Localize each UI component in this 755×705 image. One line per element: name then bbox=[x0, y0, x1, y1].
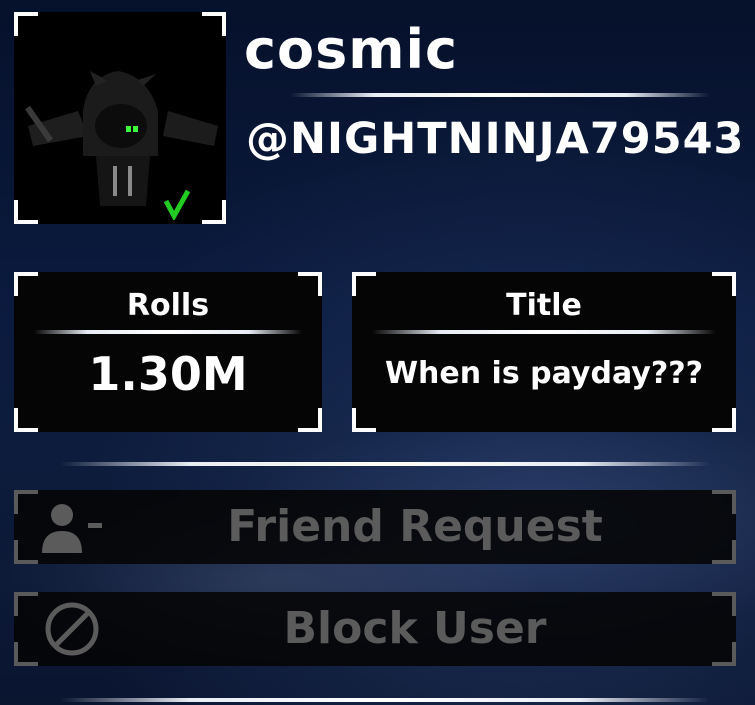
frame-corner bbox=[14, 642, 38, 666]
frame-corner bbox=[14, 592, 38, 616]
title-label: Title bbox=[506, 288, 582, 323]
frame-corner bbox=[712, 408, 736, 432]
friend-request-label: Friend Request bbox=[227, 501, 603, 552]
title-divider bbox=[372, 330, 716, 334]
section-divider bbox=[60, 462, 710, 466]
frame-corner bbox=[352, 408, 376, 432]
rolls-label: Rolls bbox=[126, 288, 210, 323]
rolls-stat-card: Rolls 1.30M bbox=[14, 272, 322, 432]
name-divider bbox=[290, 93, 710, 97]
frame-corner bbox=[14, 540, 38, 564]
block-icon bbox=[45, 602, 99, 656]
friend-request-button[interactable]: Friend Request bbox=[14, 490, 736, 564]
player-profile-panel: cosmic @NIGHTNINJA79543 Rolls 1.30M Titl… bbox=[0, 0, 755, 705]
avatar-character-icon bbox=[18, 16, 222, 220]
frame-corner bbox=[298, 408, 322, 432]
add-friend-icon bbox=[42, 504, 102, 553]
username: @NIGHTNINJA79543 bbox=[246, 114, 745, 164]
title-stat-card: Title When is payday??? bbox=[352, 272, 736, 432]
avatar bbox=[14, 12, 226, 224]
title-value: When is payday??? bbox=[384, 356, 704, 391]
block-user-button[interactable]: Block User bbox=[14, 592, 736, 666]
frame-corner bbox=[14, 408, 38, 432]
display-name: cosmic bbox=[244, 18, 459, 81]
rolls-value: 1.30M bbox=[88, 347, 248, 401]
block-user-label: Block User bbox=[283, 603, 547, 654]
frame-corner bbox=[14, 490, 38, 514]
bottom-divider bbox=[60, 698, 710, 702]
rolls-divider bbox=[34, 330, 302, 334]
